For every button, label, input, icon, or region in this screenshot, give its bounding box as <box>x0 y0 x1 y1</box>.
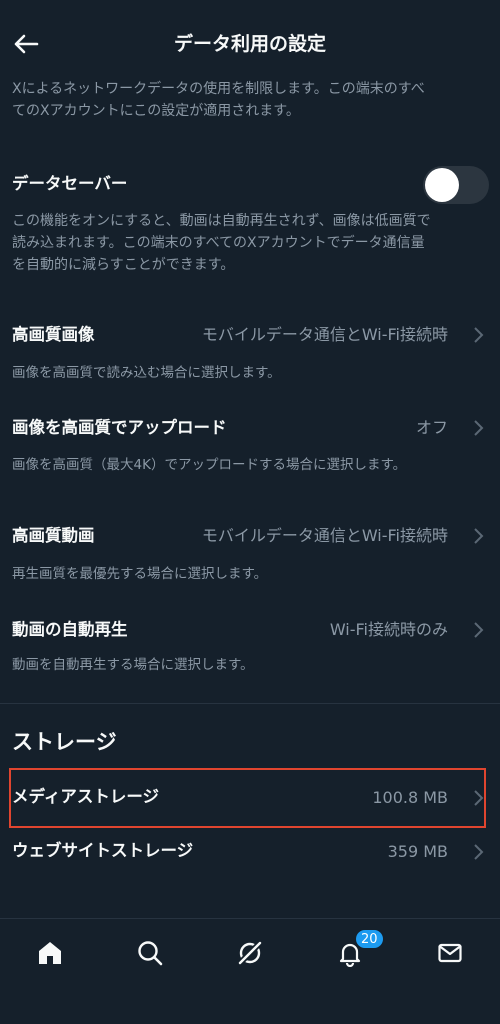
setting-label: 動画の自動再生 <box>12 620 128 639</box>
search-icon <box>138 941 163 966</box>
data-saver-toggle[interactable] <box>423 166 489 204</box>
setting-description: 画像を高画質（最大4K）でアップロードする場合に選択します。 <box>12 457 407 473</box>
page-title: データ利用の設定 <box>173 33 326 55</box>
data-saver-label: データセーバー <box>12 174 128 193</box>
setting-description: 画像を高画質で読み込む場合に選択します。 <box>12 365 281 381</box>
chevron-right-icon <box>474 844 484 860</box>
intro-line-2: てのXアカウントにこの設定が適用されます。 <box>12 103 300 119</box>
header: データ利用の設定 <box>0 0 500 84</box>
data-saver-desc-line-2: 読み込まれます。この端末のすべてのXアカウントでデータ通信量 <box>12 235 425 251</box>
intro-description: Xによるネットワークデータの使用を制限します。この端末のすべ てのXアカウントに… <box>12 78 486 122</box>
setting-label: 高画質動画 <box>12 526 95 545</box>
storage-label: ウェブサイトストレージ <box>12 841 194 860</box>
data-saver-desc-line-1: この機能をオンにすると、動画は自動再生されず、画像は低画質で <box>12 213 431 229</box>
mail-icon <box>438 943 462 963</box>
storage-section-title: ストレージ <box>12 730 117 754</box>
setting-description: 再生画質を最優先する場合に選択します。 <box>12 566 268 582</box>
tab-search[interactable] <box>128 931 172 975</box>
data-saver-description: この機能をオンにすると、動画は自動再生されず、画像は低画質で 読み込まれます。こ… <box>12 210 486 276</box>
grok-icon <box>237 940 263 966</box>
setting-value: オフ <box>415 418 448 437</box>
data-saver-desc-line-3: を自動的に減らすことができます。 <box>12 257 235 273</box>
notification-badge: 20 <box>355 929 384 949</box>
home-icon <box>39 942 61 964</box>
setting-value: Wi-Fi接続時のみ <box>329 620 448 639</box>
chevron-right-icon <box>474 327 484 343</box>
tab-grok[interactable] <box>228 931 272 975</box>
tab-messages[interactable] <box>428 931 472 975</box>
chevron-right-icon <box>474 528 484 544</box>
intro-line-1: Xによるネットワークデータの使用を制限します。この端末のすべ <box>12 81 425 97</box>
setting-label: 高画質画像 <box>12 325 95 344</box>
storage-value: 359 MB <box>387 842 448 861</box>
setting-value: モバイルデータ通信とWi-Fi接続時 <box>201 325 448 344</box>
chevron-right-icon <box>474 420 484 436</box>
bottom-tab-bar: 20 <box>0 918 500 1024</box>
setting-description: 動画を自動再生する場合に選択します。 <box>12 657 254 673</box>
section-divider <box>0 703 500 704</box>
chevron-right-icon <box>474 622 484 638</box>
setting-label: 画像を高画質でアップロード <box>12 418 227 437</box>
toggle-knob <box>425 168 459 202</box>
tab-home[interactable] <box>28 931 72 975</box>
setting-value: モバイルデータ通信とWi-Fi接続時 <box>201 526 448 545</box>
highlight-box <box>9 768 486 828</box>
